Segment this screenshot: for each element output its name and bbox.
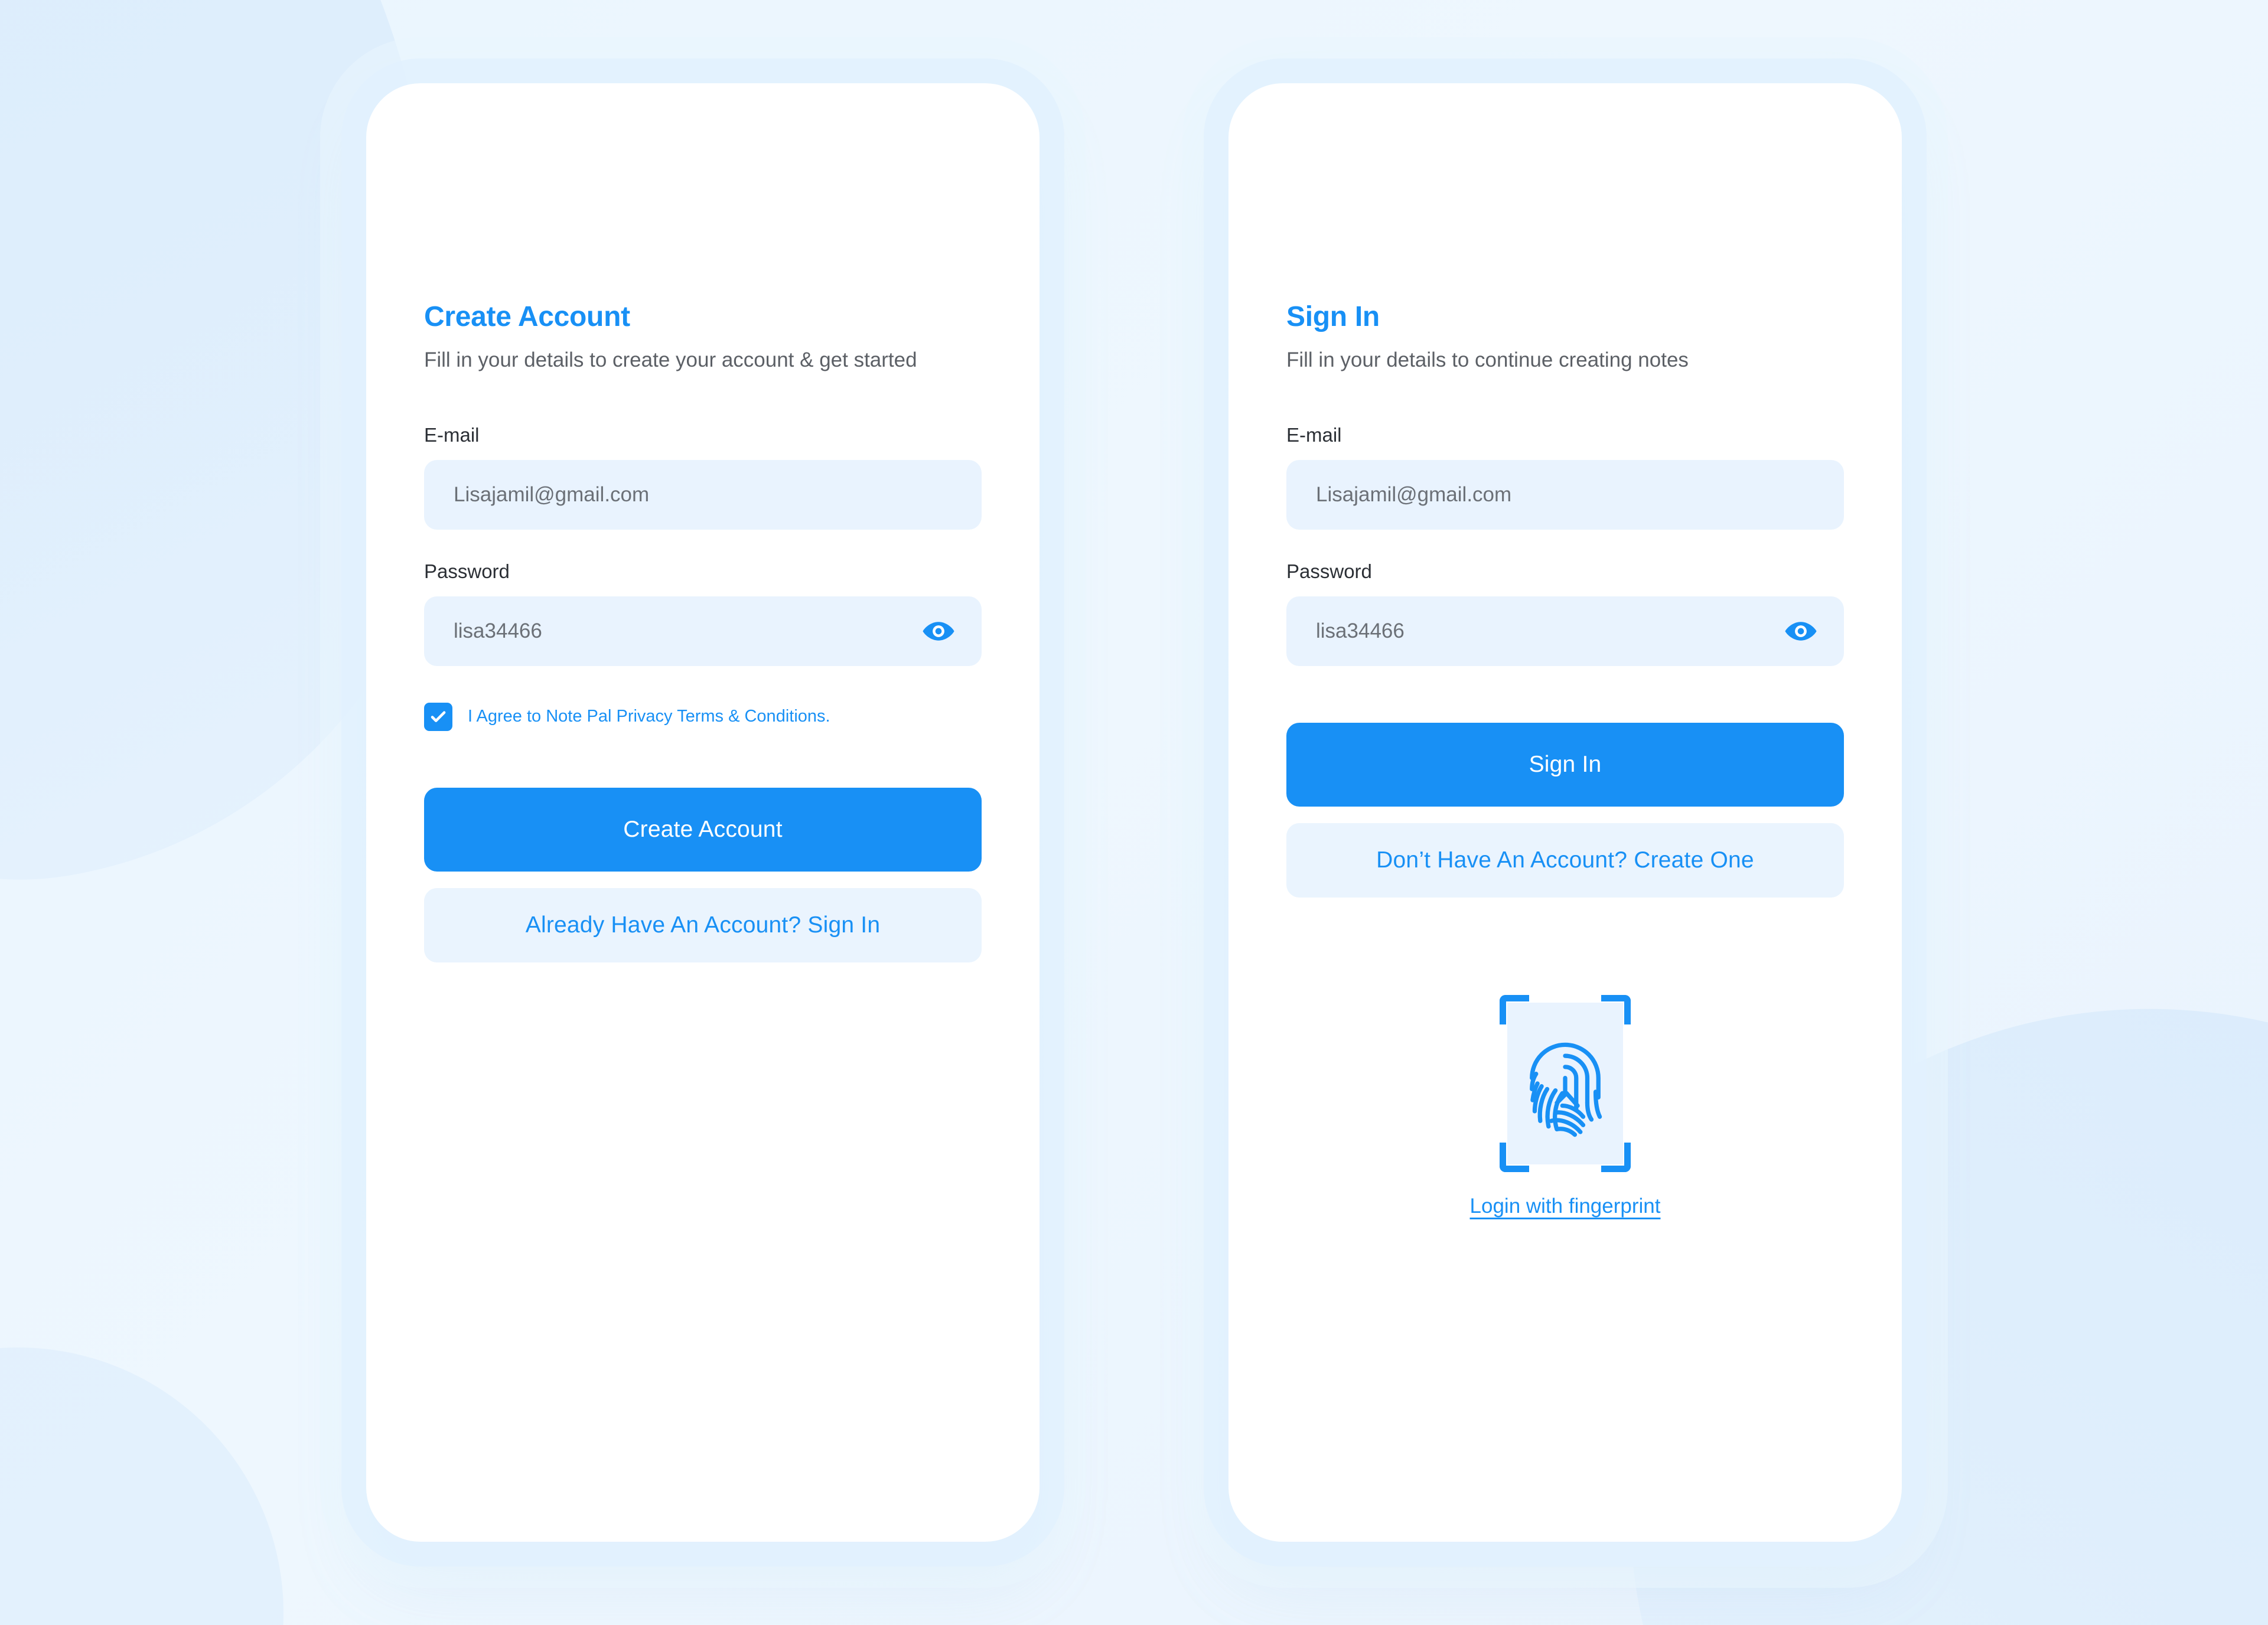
page-title: Sign In — [1286, 301, 1380, 332]
scanner-frame-icon-top-right — [1601, 994, 1631, 1024]
email-field-group: E-mail Lisajamil@gmail.com — [1286, 424, 1844, 530]
password-label: Password — [1286, 560, 1372, 582]
biometric-login-block: Login with fingerprint — [1286, 994, 1844, 1218]
go-to-create-account-button[interactable]: Don’t Have An Account? Create One — [1286, 823, 1844, 898]
create-account-screen: Create Account Fill in your details to c… — [366, 83, 1040, 962]
password-field-group: Password lisa34466 — [1286, 560, 1844, 666]
check-icon — [431, 710, 446, 722]
password-label: Password — [424, 560, 510, 582]
password-value: lisa34466 — [454, 619, 542, 642]
scanner-frame-icon-top-left — [1500, 994, 1529, 1024]
eye-icon[interactable] — [1781, 612, 1820, 651]
page-subtitle: Fill in your details to continue creatin… — [1286, 348, 1689, 371]
email-value: Lisajamil@gmail.com — [1316, 482, 1512, 506]
email-input[interactable]: Lisajamil@gmail.com — [424, 459, 982, 530]
page-title: Create Account — [424, 301, 630, 332]
fingerprint-scanner-button[interactable] — [1500, 994, 1631, 1172]
page-subtitle: Fill in your details to create your acco… — [424, 348, 917, 371]
password-input[interactable]: lisa34466 — [1286, 596, 1844, 666]
fingerprint-icon — [1521, 1027, 1609, 1140]
email-input[interactable]: Lisajamil@gmail.com — [1286, 459, 1844, 530]
screens-stage: Create Account Fill in your details to c… — [0, 0, 2268, 1625]
phone-sign-in: Sign In Fill in your details to continue… — [1228, 83, 1902, 1542]
terms-checkbox[interactable] — [424, 702, 452, 731]
terms-agreement-row[interactable]: I Agree to Note Pal Privacy Terms & Cond… — [424, 702, 982, 731]
sign-in-button[interactable]: Sign In — [1286, 722, 1844, 807]
login-with-fingerprint-link[interactable]: Login with fingerprint — [1470, 1195, 1661, 1218]
password-field-group: Password lisa34466 — [424, 560, 982, 666]
sign-in-screen: Sign In Fill in your details to continue… — [1228, 83, 1902, 1218]
password-value: lisa34466 — [1316, 619, 1405, 642]
email-label: E-mail — [1286, 423, 1342, 446]
terms-label: I Agree to Note Pal Privacy Terms & Cond… — [468, 707, 830, 726]
password-input[interactable]: lisa34466 — [424, 596, 982, 666]
phone-create-account: Create Account Fill in your details to c… — [366, 83, 1040, 1542]
scanner-frame-icon-bottom-left — [1500, 1142, 1529, 1172]
eye-icon[interactable] — [919, 612, 958, 651]
email-label: E-mail — [424, 423, 480, 446]
scanner-frame-icon-bottom-right — [1601, 1142, 1631, 1172]
email-value: Lisajamil@gmail.com — [454, 482, 650, 506]
email-field-group: E-mail Lisajamil@gmail.com — [424, 424, 982, 530]
go-to-sign-in-button[interactable]: Already Have An Account? Sign In — [424, 887, 982, 962]
create-account-button[interactable]: Create Account — [424, 787, 982, 872]
